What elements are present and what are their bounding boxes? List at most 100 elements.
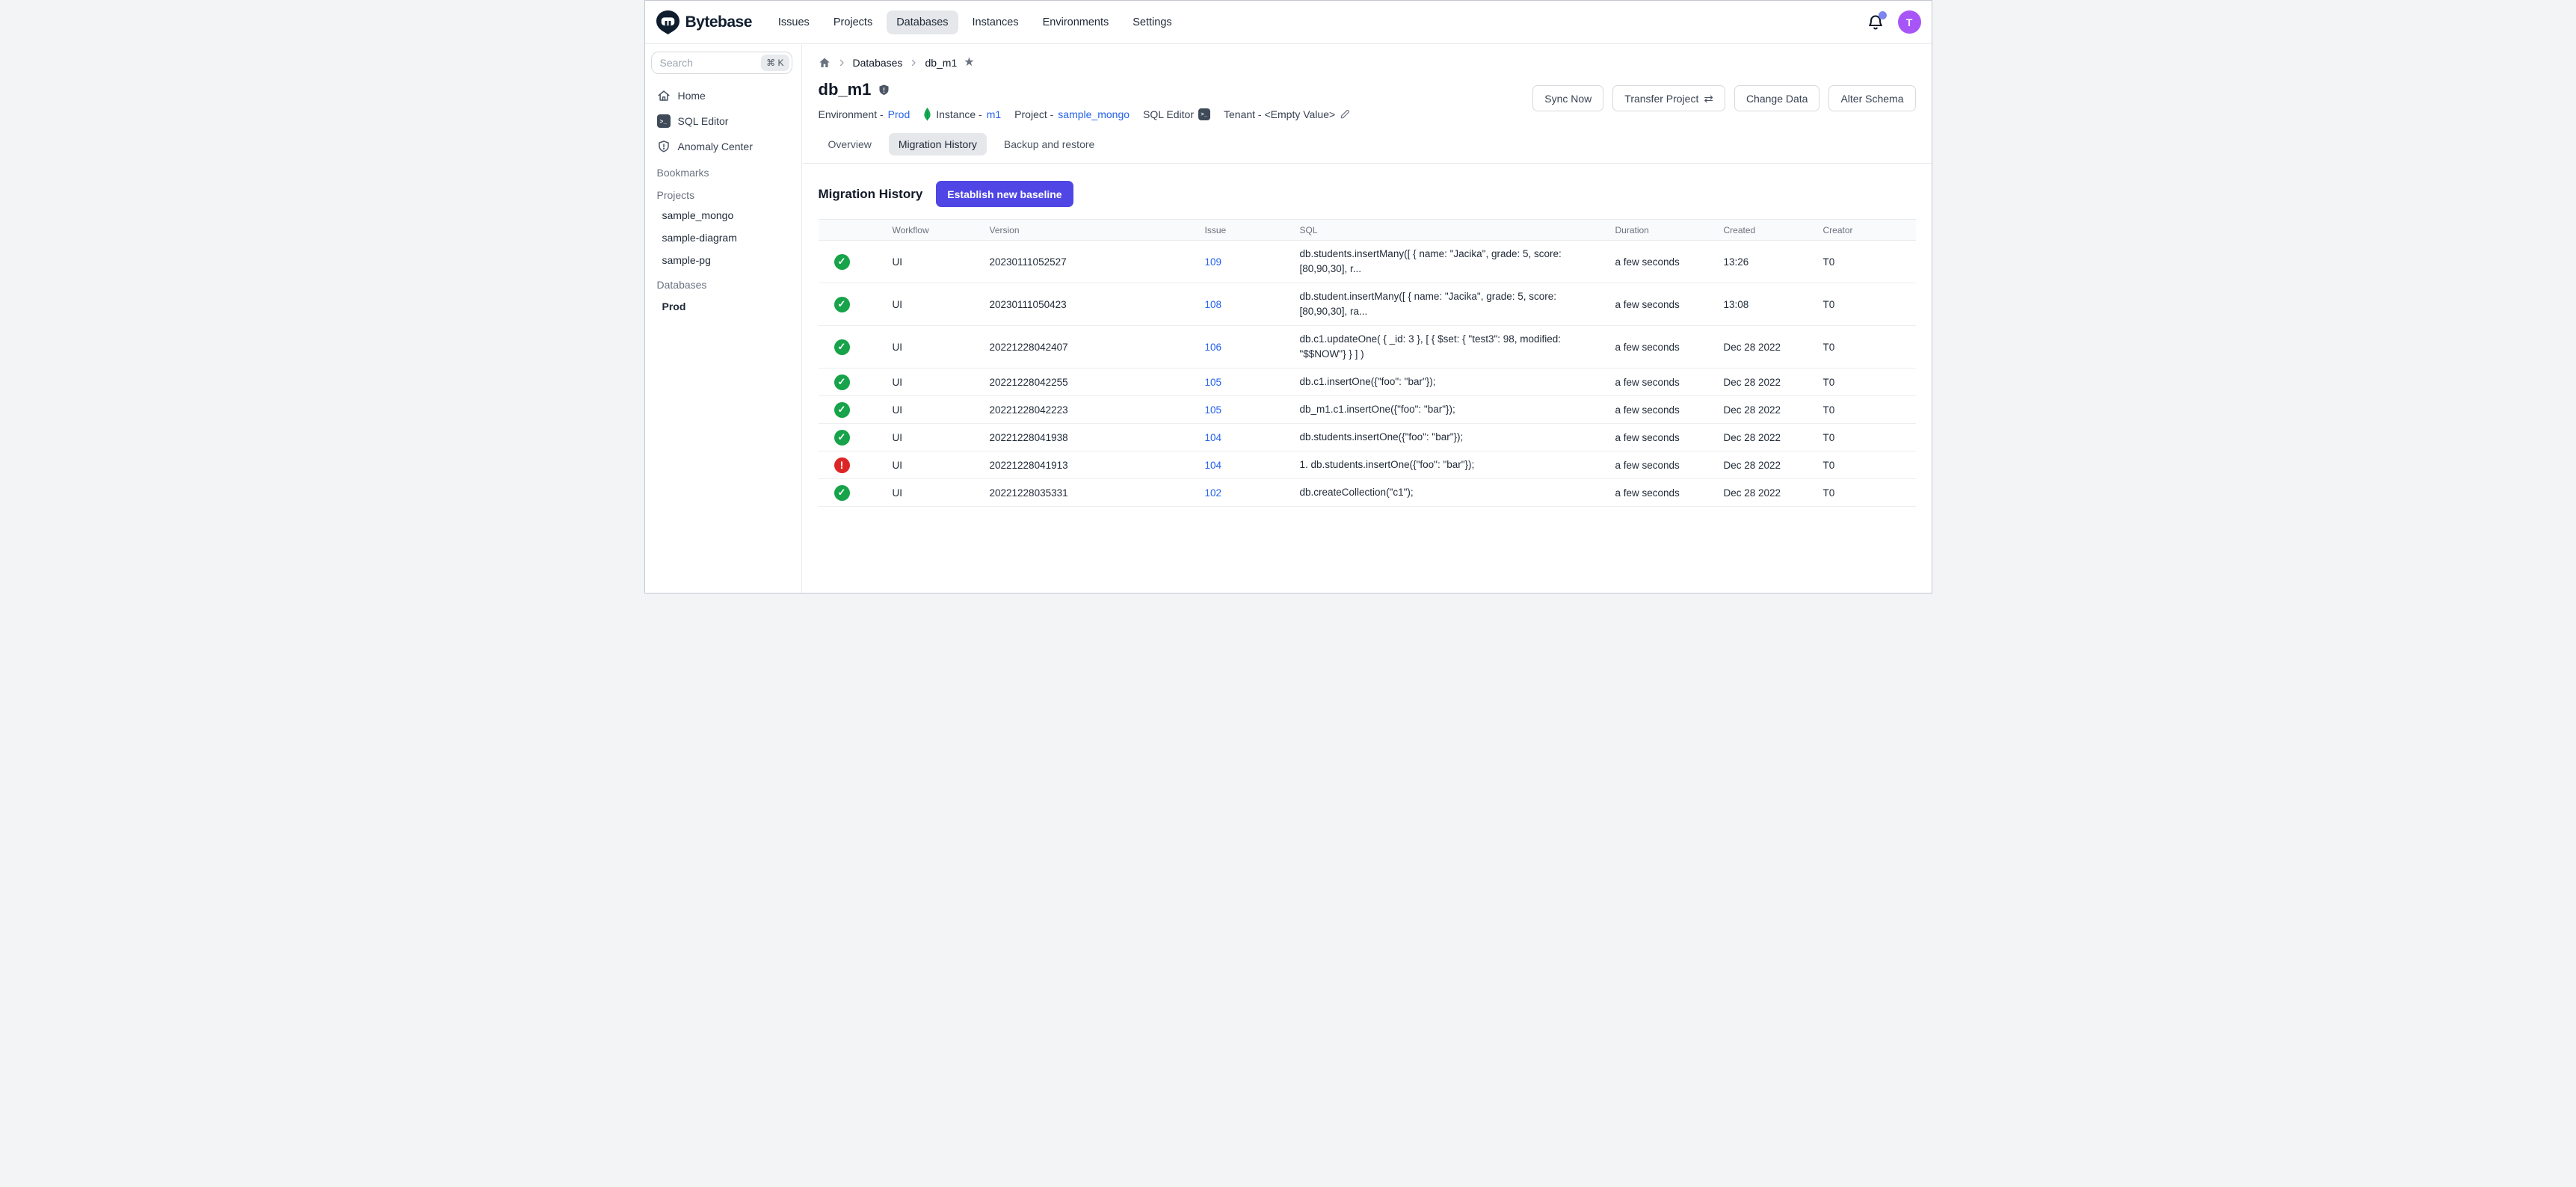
status-icon: ✓ (834, 374, 850, 390)
sidebar-project-sample-diagram[interactable]: sample-diagram (645, 226, 801, 249)
created-cell: Dec 28 2022 (1724, 483, 1823, 503)
version-cell: 20221228041913 (990, 455, 1205, 475)
col-issue: Issue (1205, 225, 1300, 235)
sql-cell: db.student.insertMany([ { name: "Jacika"… (1300, 285, 1615, 323)
col-version: Version (990, 225, 1205, 235)
sidebar-database-prod[interactable]: Prod (645, 294, 801, 318)
terminal-icon: >_ (1198, 108, 1210, 120)
shield-badge-icon (878, 84, 890, 96)
breadcrumb: Databases db_m1 ★ (819, 57, 1916, 69)
main-content: Databases db_m1 ★ db_m1 Environment - Pr… (803, 45, 1932, 593)
tab-backup-and-restore[interactable]: Backup and restore (994, 133, 1104, 155)
sql-editor-shortcut[interactable]: SQL Editor >_ (1143, 108, 1210, 120)
notification-bell-icon[interactable] (1867, 13, 1885, 31)
app-window: Bytebase Issues Projects Databases Insta… (644, 0, 1932, 594)
issue-link[interactable]: 102 (1205, 487, 1222, 499)
search-shortcut-badge: ⌘ K (761, 55, 789, 71)
issue-link[interactable]: 105 (1205, 404, 1222, 416)
nav-settings[interactable]: Settings (1123, 10, 1181, 34)
tab-migration-history[interactable]: Migration History (889, 133, 987, 155)
status-icon: ✓ (834, 339, 850, 355)
project-label: Project - (1014, 108, 1053, 120)
col-duration: Duration (1615, 225, 1724, 235)
creator-cell: T0 (1823, 483, 1916, 503)
creator-cell: T0 (1823, 455, 1916, 475)
version-cell: 20230111052527 (990, 252, 1205, 272)
sql-cell: db_m1.c1.insertOne({"foo": "bar"}); (1300, 398, 1615, 422)
table-row[interactable]: ✓ UI 20221228042223 105 db_m1.c1.insertO… (819, 396, 1916, 424)
creator-cell: T0 (1823, 295, 1916, 315)
status-icon: ✓ (834, 254, 850, 270)
sidebar-section-bookmarks: Bookmarks (645, 159, 801, 182)
sidebar: ⌘ K Home >_ SQL Editor (645, 45, 802, 593)
breadcrumb-home-icon[interactable] (819, 57, 831, 69)
tab-overview[interactable]: Overview (819, 133, 881, 155)
table-row[interactable]: ✓ UI 20221228035331 102 db.createCollect… (819, 479, 1916, 507)
bookmark-star-icon[interactable]: ★ (964, 57, 974, 69)
table-row[interactable]: ✓ UI 20221228042255 105 db.c1.insertOne(… (819, 369, 1916, 396)
created-cell: 13:08 (1724, 295, 1823, 315)
alter-schema-button[interactable]: Alter Schema (1828, 85, 1915, 111)
transfer-arrows-icon: ⇄ (1704, 92, 1713, 105)
duration-cell: a few seconds (1615, 372, 1724, 392)
nav-issues[interactable]: Issues (768, 10, 819, 34)
brand[interactable]: Bytebase (656, 10, 752, 34)
duration-cell: a few seconds (1615, 295, 1724, 315)
sidebar-item-home[interactable]: Home (645, 83, 801, 108)
page-title: db_m1 (819, 80, 872, 99)
duration-cell: a few seconds (1615, 400, 1724, 420)
nav-environments[interactable]: Environments (1033, 10, 1119, 34)
chevron-right-icon (837, 58, 846, 67)
brand-name: Bytebase (685, 13, 752, 31)
created-cell: 13:26 (1724, 252, 1823, 272)
shield-icon (657, 140, 671, 153)
instance-label: Instance - (936, 108, 982, 120)
table-row[interactable]: ✓ UI 20230111052527 109 db.students.inse… (819, 241, 1916, 283)
created-cell: Dec 28 2022 (1724, 455, 1823, 475)
breadcrumb-databases[interactable]: Databases (853, 57, 903, 69)
issue-link[interactable]: 108 (1205, 299, 1222, 310)
table-row[interactable]: ✓ UI 20230111050423 108 db.student.inser… (819, 283, 1916, 326)
version-cell: 20221228042255 (990, 372, 1205, 392)
sidebar-item-anomaly-center[interactable]: Anomaly Center (645, 134, 801, 159)
status-icon: ✓ (834, 402, 850, 418)
nav-databases[interactable]: Databases (887, 10, 958, 34)
issue-link[interactable]: 104 (1205, 432, 1222, 443)
issue-link[interactable]: 106 (1205, 342, 1222, 353)
created-cell: Dec 28 2022 (1724, 400, 1823, 420)
mongodb-leaf-icon (923, 108, 931, 121)
project-link[interactable]: sample_mongo (1058, 108, 1130, 120)
creator-cell: T0 (1823, 428, 1916, 448)
edit-pencil-icon[interactable] (1340, 109, 1350, 120)
sync-now-button[interactable]: Sync Now (1532, 85, 1603, 111)
version-cell: 20221228042407 (990, 337, 1205, 357)
version-cell: 20221228035331 (990, 483, 1205, 503)
issue-link[interactable]: 104 (1205, 460, 1222, 471)
issue-link[interactable]: 109 (1205, 256, 1222, 268)
duration-cell: a few seconds (1615, 483, 1724, 503)
instance-link[interactable]: m1 (987, 108, 1001, 120)
workflow-cell: UI (893, 455, 990, 475)
sidebar-item-label: SQL Editor (678, 115, 729, 127)
terminal-icon: >_ (657, 114, 671, 128)
creator-cell: T0 (1823, 372, 1916, 392)
sidebar-item-label: Home (678, 90, 706, 102)
sidebar-project-sample-pg[interactable]: sample-pg (645, 249, 801, 271)
nav-projects[interactable]: Projects (824, 10, 882, 34)
table-row[interactable]: ✓ UI 20221228042407 106 db.c1.updateOne(… (819, 326, 1916, 369)
environment-link[interactable]: Prod (888, 108, 910, 120)
table-row[interactable]: ! UI 20221228041913 104 1. db.students.i… (819, 451, 1916, 479)
chevron-right-icon (909, 58, 918, 67)
sidebar-item-sql-editor[interactable]: >_ SQL Editor (645, 108, 801, 134)
user-avatar[interactable]: T (1898, 10, 1921, 34)
transfer-project-button[interactable]: Transfer Project ⇄ (1612, 85, 1725, 111)
issue-link[interactable]: 105 (1205, 377, 1222, 388)
workflow-cell: UI (893, 252, 990, 272)
nav-instances[interactable]: Instances (963, 10, 1029, 34)
sql-cell: 1. db.students.insertOne({"foo": "bar"})… (1300, 453, 1615, 477)
sidebar-section-projects: Projects (645, 182, 801, 204)
table-row[interactable]: ✓ UI 20221228041938 104 db.students.inse… (819, 424, 1916, 451)
sidebar-project-sample-mongo[interactable]: sample_mongo (645, 204, 801, 226)
change-data-button[interactable]: Change Data (1734, 85, 1820, 111)
establish-baseline-button[interactable]: Establish new baseline (936, 181, 1073, 207)
